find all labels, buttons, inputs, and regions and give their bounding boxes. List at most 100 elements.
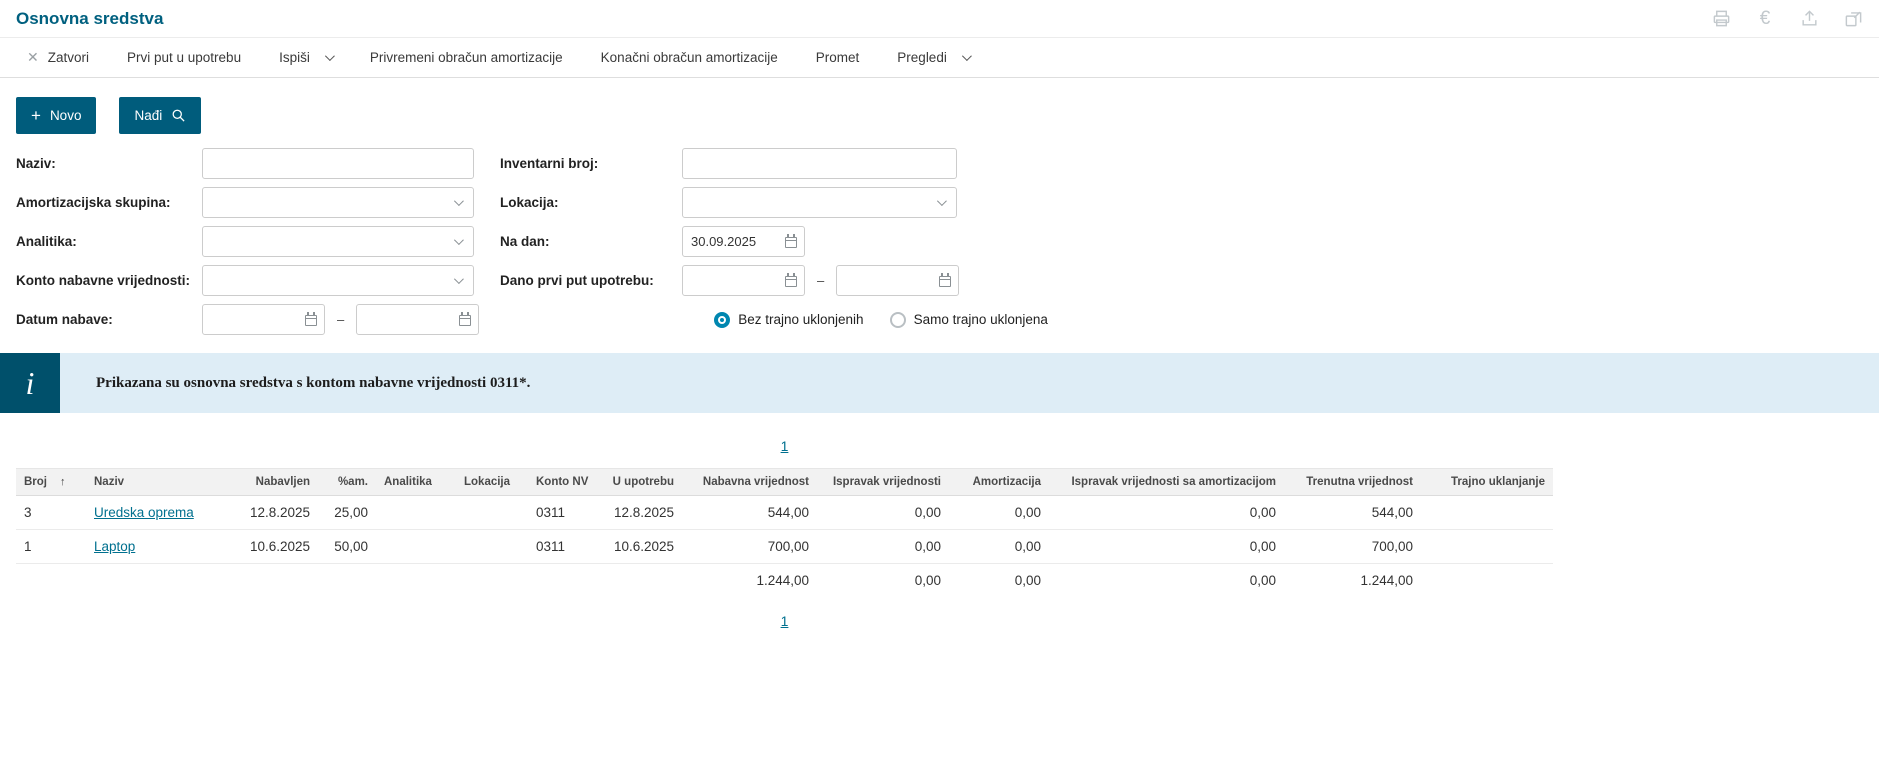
app-header: Osnovna sredstva € (0, 0, 1879, 37)
radio-checked-icon (714, 311, 731, 328)
info-text: Prikazana su osnovna sredstva s kontom n… (96, 374, 531, 391)
analitika-label: Analitika: (16, 234, 77, 249)
info-banner: i Prikazana su osnovna sredstva s kontom… (0, 353, 1879, 413)
column-header-amortizacija[interactable]: Amortizacija (949, 468, 1049, 496)
plus-icon: + (31, 106, 41, 125)
pagination-top: 1 (16, 438, 1553, 454)
cell-am: 25,00 (318, 495, 376, 530)
konto-nabavne-vrijednosti-select[interactable] (202, 265, 474, 296)
total-ispravak-vrijednosti: 0,00 (914, 573, 941, 588)
table-header-row: Broj ↑ Naziv Nabavljen %am. Analitika Lok… (16, 468, 1553, 496)
pagination-bottom: 1 (16, 613, 1553, 629)
radio-unchecked-icon (889, 311, 906, 328)
toolbar: ✕ Zatvori Prvi put u upotrebu Ispiši Pri… (0, 37, 1879, 78)
inventarni-broj-label: Inventarni broj: (500, 156, 599, 171)
page-title: Osnovna sredstva (16, 8, 164, 28)
radio-samo-trajno-uklonjena[interactable]: Samo trajno uklonjena (889, 311, 1048, 328)
total-amortizacija: 0,00 (1014, 573, 1041, 588)
chevron-down-icon (453, 235, 464, 246)
toolbar-item-prvi-put-u-upotrebu[interactable]: Prvi put u upotrebu (108, 50, 260, 65)
na-dan-label: Na dan: (500, 234, 550, 249)
range-dash: – (337, 312, 345, 327)
calendar-icon[interactable] (459, 312, 472, 326)
chevron-down-icon (961, 51, 972, 62)
cell-trenutna-vrijednost: 700,00 (1284, 529, 1421, 564)
cell-trenutna-vrijednost: 544,00 (1284, 495, 1421, 530)
cell-trajno-uklanjanje (1421, 529, 1553, 564)
amortizacijska-skupina-select[interactable] (202, 187, 474, 218)
total-trenutna-vrijednost: 1.244,00 (1360, 573, 1413, 588)
column-header-lokacija[interactable]: Lokacija (456, 468, 528, 496)
dano-prvi-put-label: Dano prvi put upotrebu: (500, 273, 654, 288)
column-header-u-upotrebu[interactable]: U upotrebu (600, 468, 682, 496)
column-header-nabavna-vrijednost[interactable]: Nabavna vrijednost (682, 468, 817, 496)
cell-ispravak-vrijednosti: 0,00 (817, 495, 949, 530)
trajno-radio-group: Bez trajno uklonjenih Samo trajno uklonj… (714, 311, 1048, 328)
cell-nabavljen: 12.8.2025 (236, 495, 318, 530)
column-header-ispravak-sa-amortizacijom[interactable]: Ispravak vrijednosti sa amortizacijom (1049, 468, 1284, 496)
open-window-icon[interactable] (1843, 9, 1863, 29)
cell-lokacija (456, 529, 528, 564)
assets-table: Broj ↑ Naziv Nabavljen %am. Analitika Lok… (16, 468, 1553, 597)
calendar-icon[interactable] (785, 273, 797, 287)
cell-konto-nv: 0311 (528, 495, 600, 530)
toolbar-item-privremeni-obracun[interactable]: Privremeni obračun amortizacije (351, 50, 582, 65)
search-icon (172, 109, 185, 122)
filter-form: Naziv: Inventarni broj: Amortizacijska s… (16, 148, 1553, 335)
radio-bez-trajno-uklonjenih[interactable]: Bez trajno uklonjenih (714, 311, 864, 328)
asset-link[interactable]: Laptop (94, 539, 135, 554)
cell-amortizacija: 0,00 (949, 529, 1049, 564)
header-icons: € (1711, 9, 1863, 29)
cell-trajno-uklanjanje (1421, 495, 1553, 530)
calendar-icon[interactable] (939, 273, 952, 287)
table-row: 1 Laptop 10.6.2025 50,00 0311 10.6.2025 … (16, 529, 1553, 564)
cell-am: 50,00 (318, 529, 376, 564)
page-link[interactable]: 1 (781, 438, 789, 454)
chevron-down-icon (453, 196, 464, 207)
amortizacijska-skupina-label: Amortizacijska skupina: (16, 195, 171, 210)
upload-icon[interactable] (1799, 9, 1819, 29)
column-header-am[interactable]: %am. (318, 468, 376, 496)
column-header-konto-nv[interactable]: Konto NV (528, 468, 600, 496)
asset-link[interactable]: Uredska oprema (94, 505, 194, 520)
column-header-nabavljen[interactable]: Nabavljen (236, 468, 318, 496)
cell-ispravak-sa-amortizacijom: 0,00 (1049, 495, 1284, 530)
column-header-broj[interactable]: Broj ↑ (16, 468, 86, 496)
konto-nabavne-vrijednosti-label: Konto nabavne vrijednosti: (16, 273, 191, 288)
euro-icon[interactable]: € (1755, 9, 1775, 29)
column-header-trajno-uklanjanje[interactable]: Trajno uklanjanje (1421, 468, 1553, 496)
column-header-ispravak-vrijednosti[interactable]: Ispravak vrijednosti (817, 468, 949, 496)
cell-analitika (376, 495, 456, 530)
column-header-trenutna-vrijednost[interactable]: Trenutna vrijednost (1284, 468, 1421, 496)
chevron-down-icon (324, 51, 335, 62)
print-icon[interactable] (1711, 9, 1731, 29)
cell-u-upotrebu: 12.8.2025 (600, 495, 682, 530)
cell-broj: 1 (16, 529, 86, 564)
toolbar-close-button[interactable]: ✕ Zatvori (8, 49, 108, 66)
toolbar-item-pregledi[interactable]: Pregledi (878, 50, 988, 65)
calendar-icon[interactable] (305, 312, 317, 326)
info-icon: i (0, 353, 60, 413)
lokacija-select[interactable] (682, 187, 957, 218)
novo-button[interactable]: + Novo (16, 97, 97, 134)
naziv-input[interactable] (202, 148, 474, 179)
cell-ispravak-vrijednosti: 0,00 (817, 529, 949, 564)
toolbar-item-konacni-obracun[interactable]: Konačni obračun amortizacije (582, 50, 797, 65)
toolbar-item-promet[interactable]: Promet (797, 50, 879, 65)
column-header-naziv[interactable]: Naziv (86, 468, 236, 496)
toolbar-item-ispisi[interactable]: Ispiši (260, 50, 351, 65)
calendar-icon[interactable] (785, 234, 797, 248)
close-icon: ✕ (27, 49, 39, 65)
total-ispravak-sa-amortizacijom: 0,00 (1249, 573, 1276, 588)
chevron-down-icon (453, 274, 464, 285)
datum-nabave-label: Datum nabave: (16, 312, 113, 327)
analitika-select[interactable] (202, 226, 474, 257)
page-link[interactable]: 1 (781, 613, 789, 629)
inventarni-broj-input[interactable] (682, 148, 957, 179)
cell-nabavna-vrijednost: 700,00 (682, 529, 817, 564)
naziv-label: Naziv: (16, 156, 56, 171)
nadi-button[interactable]: Nađi (119, 97, 202, 134)
cell-nabavljen: 10.6.2025 (236, 529, 318, 564)
column-header-analitika[interactable]: Analitika (376, 468, 456, 496)
cell-u-upotrebu: 10.6.2025 (600, 529, 682, 564)
